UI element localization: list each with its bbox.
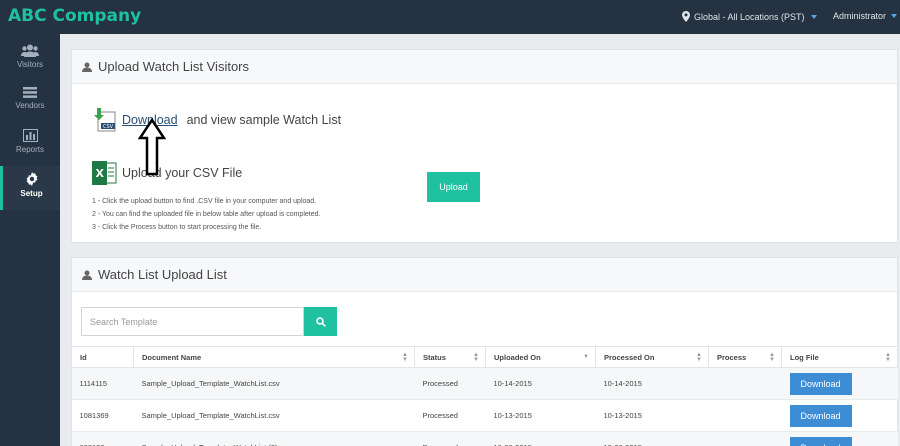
column-header-processed[interactable]: Processed On ▲ ▼ — [595, 346, 709, 368]
sidebar-item-setup[interactable]: Setup — [0, 166, 60, 210]
excel-icon: X — [92, 161, 117, 185]
upload-steps: 1 - Click the upload button to find .CSV… — [92, 195, 320, 234]
list-panel-title: Watch List Upload List — [98, 267, 227, 282]
bar-chart-icon — [22, 129, 38, 142]
column-header-id[interactable]: Id — [71, 346, 134, 368]
download-description: and view sample Watch List — [186, 113, 342, 127]
sort-desc-icon: ▼ — [583, 354, 589, 360]
step-text: 1 - Click the upload button to find .CSV… — [92, 198, 317, 205]
sidebar: Visitors Vendors Reports Setup — [0, 34, 60, 446]
user-icon — [82, 62, 92, 72]
sidebar-item-reports[interactable]: Reports — [0, 123, 60, 167]
download-row: CSV Download and view sample Watch List — [92, 108, 341, 132]
top-bar: ABC Company Global - All Locations (PST)… — [0, 0, 900, 34]
sidebar-item-label: Vendors — [15, 101, 45, 110]
list-icon — [23, 87, 37, 98]
cell-status: Processed — [414, 431, 486, 446]
up-arrow-annotation — [138, 118, 166, 176]
sidebar-item-vendors[interactable]: Vendors — [0, 81, 60, 125]
brand-logo[interactable]: ABC Company — [8, 6, 141, 26]
user-name: Administrator — [833, 11, 887, 21]
column-header-status[interactable]: Status ▲ ▼ — [414, 346, 486, 368]
cell-status: Processed — [414, 399, 486, 432]
sort-icon: ▲ ▼ — [769, 352, 775, 363]
table-row: 688130 Sample_Upload_Template_WatchList … — [71, 431, 898, 446]
sidebar-item-label: Setup — [20, 189, 43, 198]
sort-icon: ▲ ▼ — [885, 352, 891, 363]
cell-id: 1114115 — [71, 367, 134, 400]
user-icon — [82, 270, 92, 280]
cell-uploaded: 10-13-2015 — [485, 399, 596, 432]
search-input[interactable]: Search Template — [81, 307, 304, 336]
cell-log: Download — [781, 367, 898, 400]
cell-uploaded: 10-06-2015 — [485, 431, 596, 446]
cell-log: Download — [781, 399, 898, 432]
svg-text:CSV: CSV — [103, 124, 114, 130]
cell-document: Sample_Upload_Template_WatchList.csv — [133, 367, 415, 400]
table-row: 1081369 Sample_Upload_Template_WatchList… — [71, 399, 898, 432]
cell-id: 1081369 — [71, 399, 134, 432]
column-header-log[interactable]: Log File ▲ ▼ — [781, 346, 898, 368]
upload-table: Id Document Name ▲ ▼ Status ▲ ▼ Uploaded On ▼… — [71, 346, 898, 446]
upload-button[interactable]: Upload — [427, 172, 480, 202]
search-button[interactable] — [304, 307, 337, 336]
map-pin-icon — [682, 11, 690, 22]
upload-panel-header: Upload Watch List Visitors — [72, 50, 897, 84]
cell-processed: 10-14-2015 — [595, 367, 709, 400]
sidebar-item-label: Visitors — [16, 60, 44, 69]
sidebar-item-label: Reports — [15, 145, 44, 154]
chevron-down-icon — [810, 14, 817, 19]
column-header-document[interactable]: Document Name ▲ ▼ — [133, 346, 415, 368]
search-icon — [315, 316, 326, 327]
svg-text:X: X — [96, 167, 105, 180]
table-header-row: Id Document Name ▲ ▼ Status ▲ ▼ Uploaded On ▼… — [71, 346, 898, 368]
step-text: 3 - Click the Process button to start pr… — [92, 224, 262, 231]
sidebar-item-visitors[interactable]: Visitors — [0, 38, 60, 82]
location-label: Global - All Locations (PST) — [694, 11, 805, 22]
cell-processed: 10-06-2015 — [595, 431, 709, 446]
cell-process — [708, 399, 782, 432]
csv-download-icon: CSV — [94, 108, 116, 132]
cell-uploaded: 10-14-2015 — [485, 367, 596, 400]
upload-panel-title: Upload Watch List Visitors — [98, 59, 250, 74]
gear-icon — [26, 172, 37, 186]
cell-processed: 10-13-2015 — [595, 399, 709, 432]
log-download-button[interactable]: Download — [789, 404, 852, 427]
cell-document: Sample_Upload_Template_WatchList.csv — [133, 399, 415, 432]
cell-status: Processed — [414, 367, 486, 400]
sort-icon: ▲ ▼ — [696, 352, 702, 363]
sort-icon: ▲ ▼ — [473, 352, 479, 363]
cell-document: Sample_Upload_Template_WatchList (2).csv — [133, 431, 415, 446]
step-text: 2 - You can find the uploaded file in be… — [92, 211, 321, 218]
location-selector[interactable]: Global - All Locations (PST) — [682, 11, 817, 22]
column-header-uploaded[interactable]: Uploaded On ▼ — [485, 346, 596, 368]
chevron-down-icon — [891, 14, 898, 18]
cell-process — [708, 431, 782, 446]
user-menu[interactable]: Administrator — [833, 11, 898, 21]
upload-row: X Upload your CSV File — [92, 160, 242, 186]
log-download-button[interactable]: Download — [789, 436, 852, 446]
sort-icon: ▲ ▼ — [402, 352, 408, 363]
table-row: 1114115 Sample_Upload_Template_WatchList… — [71, 367, 898, 400]
log-download-button[interactable]: Download — [789, 372, 852, 395]
cell-id: 688130 — [71, 431, 134, 446]
list-panel-header: Watch List Upload List — [72, 258, 897, 292]
cell-log: Download — [781, 431, 898, 446]
cell-process — [708, 367, 782, 400]
column-header-process[interactable]: Process ▲ ▼ — [708, 346, 782, 368]
users-icon — [21, 44, 39, 57]
